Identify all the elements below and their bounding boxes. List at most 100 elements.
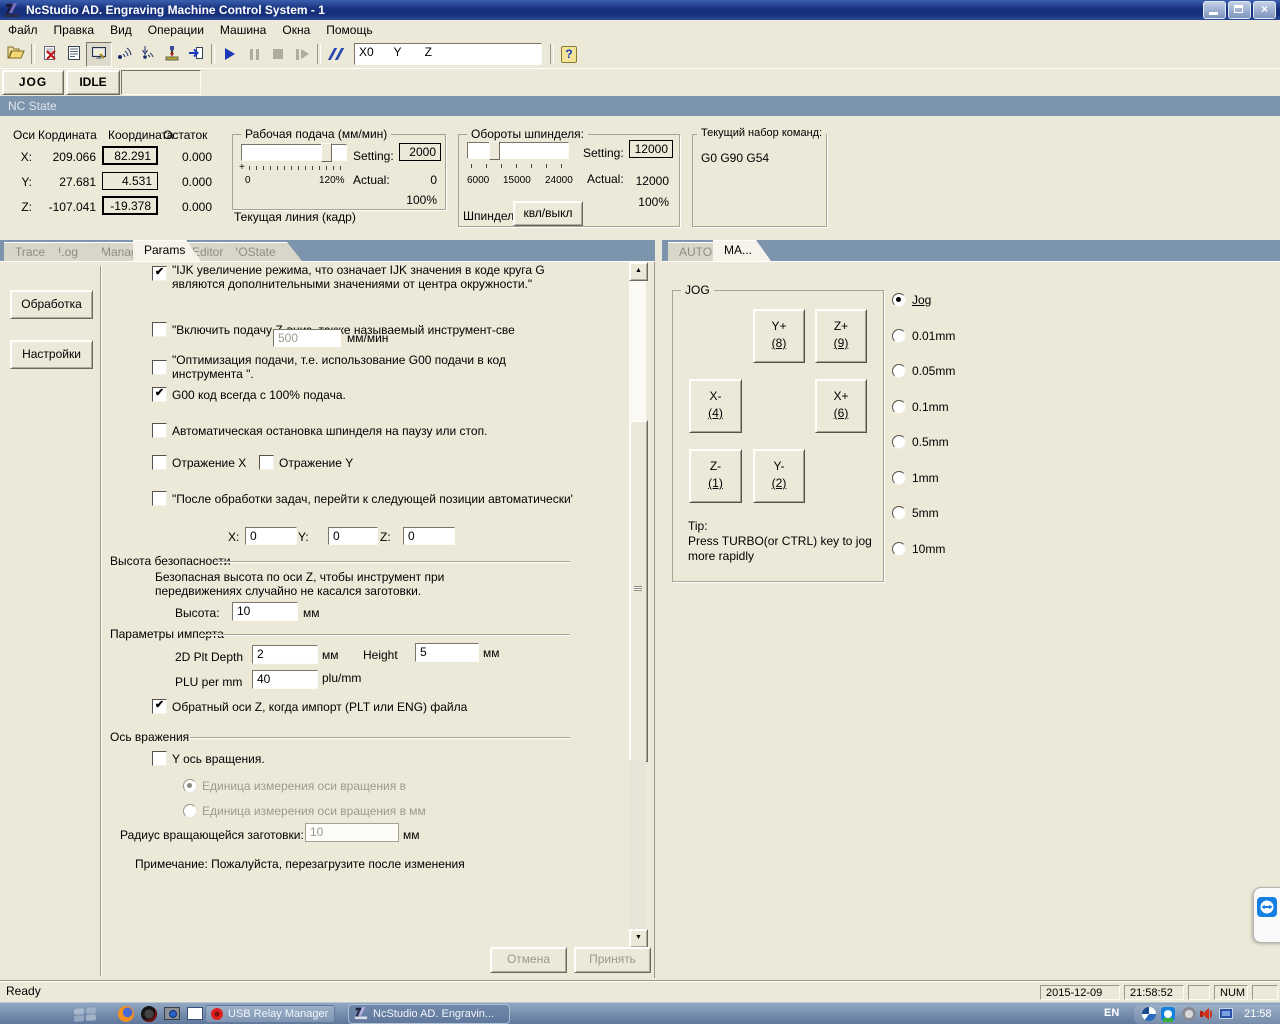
jog-y-minus-button[interactable]: Y- (2) (753, 449, 805, 503)
spindle-tool-button[interactable] (160, 43, 184, 66)
sync-button[interactable] (324, 43, 348, 66)
radio-step-5mm[interactable] (892, 506, 906, 520)
checkbox-ijk-mode[interactable]: ✔ (152, 266, 167, 281)
play-button[interactable] (218, 43, 242, 66)
radio-step-0-5mm[interactable] (892, 435, 906, 449)
scroll-track-lower[interactable] (629, 760, 646, 929)
spindle-toggle-button[interactable]: квл/выкл (513, 201, 583, 226)
trace-window-button[interactable] (86, 41, 112, 67)
plu-input[interactable]: 40 (252, 670, 318, 689)
menu-item-file[interactable]: Файл (0, 21, 46, 39)
coords-field[interactable]: X0 Y Z (354, 43, 542, 65)
step-button[interactable] (290, 43, 314, 66)
spindle-slider[interactable] (467, 142, 569, 159)
work-coord-box[interactable]: 82.291 (102, 146, 158, 165)
minimize-button[interactable] (1203, 1, 1226, 19)
radio-rotation-unit-deg[interactable] (183, 779, 197, 793)
jog-x-minus-button[interactable]: X- (4) (689, 379, 742, 433)
task-ncstudio-button[interactable]: NcStudio AD. Engravin... (348, 1004, 510, 1024)
close-button[interactable]: × (1253, 1, 1276, 19)
program-list-button[interactable] (62, 43, 86, 66)
radio-step-0-01mm[interactable] (892, 329, 906, 343)
jog-z-plus-button[interactable]: Z+ (9) (815, 309, 867, 363)
quick-launch-camera-icon[interactable] (164, 1007, 180, 1020)
tray-teamviewer-icon[interactable] (1161, 1007, 1175, 1022)
scroll-thumb[interactable] (629, 420, 648, 762)
windows-flag-icon[interactable] (72, 1006, 98, 1024)
work-coord-box[interactable]: -19.378 (102, 196, 158, 215)
task-usb-relay-button[interactable]: USB Relay Manager (205, 1005, 335, 1023)
ijk-mode-label2: являются дополнительными значениями от ц… (172, 277, 533, 291)
pause-button[interactable] (242, 43, 266, 66)
radio-step-1mm[interactable] (892, 471, 906, 485)
work-coord-box[interactable]: 4.531 (102, 172, 158, 190)
menu-item-edit[interactable]: Правка (46, 21, 103, 39)
next-z-input[interactable]: 0 (403, 527, 455, 545)
signal-in-button[interactable] (136, 43, 160, 66)
jog-z-minus-button[interactable]: Z- (1) (689, 449, 742, 503)
radio-rotation-unit-mm[interactable] (183, 804, 197, 818)
safe-height-input[interactable]: 10 (232, 602, 298, 621)
height-input[interactable]: 5 (415, 643, 479, 662)
jog-y-plus-button[interactable]: Y+ (8) (753, 309, 805, 363)
cancel-button[interactable]: Отмена (490, 947, 567, 973)
sidebar-button-settings[interactable]: Настройки (10, 340, 93, 369)
jog-tip-title: Tip: (688, 519, 708, 533)
menu-item-help[interactable]: Помощь (318, 21, 380, 39)
open-button[interactable] (4, 43, 28, 66)
restore-button[interactable] (1228, 1, 1251, 19)
checkbox-y-rotation[interactable] (152, 751, 167, 766)
tray-language[interactable]: EN (1104, 1007, 1119, 1019)
checkbox-feed-optimization[interactable] (152, 360, 167, 375)
checkbox-mirror-x[interactable] (152, 455, 167, 470)
tray-swirl-icon[interactable] (1142, 1007, 1156, 1021)
spindle-tick-label: 15000 (503, 175, 531, 186)
import-button[interactable] (184, 43, 208, 66)
quick-launch-firefox-icon[interactable] (118, 1006, 134, 1022)
signal-out-button[interactable] (112, 43, 136, 66)
sidebar-button-processing[interactable]: Обработка (10, 290, 93, 319)
tray-speaker-red-icon[interactable] (1199, 1007, 1213, 1021)
tray-clock[interactable]: 21:58 (1244, 1008, 1272, 1020)
checkbox-next-position[interactable] (152, 491, 167, 506)
idle-state-button[interactable]: IDLE (66, 70, 120, 95)
checkbox-mirror-y[interactable] (259, 455, 274, 470)
checkbox-reverse-z[interactable]: ✔ (152, 699, 167, 714)
jog-mode-button[interactable]: JOG (2, 70, 64, 95)
scroll-down-button[interactable]: ▼ (629, 929, 648, 948)
spindle-setting-value[interactable]: 12000 (629, 140, 673, 158)
tray-volume-icon[interactable] (1182, 1007, 1196, 1021)
checkbox-g00-full-feed[interactable]: ✔ (152, 387, 167, 402)
jog-x-plus-button[interactable]: X+ (6) (815, 379, 867, 433)
radio-step-jog[interactable] (892, 293, 906, 307)
feed-setting-value[interactable]: 2000 (399, 143, 441, 161)
delete-program-button[interactable] (38, 43, 62, 66)
spindle-slider-thumb[interactable] (489, 141, 500, 160)
radio-step-0-1mm[interactable] (892, 400, 906, 414)
quick-launch-media-icon[interactable] (141, 1006, 157, 1022)
next-x-input[interactable]: 0 (245, 527, 297, 545)
radio-step-0-05mm[interactable] (892, 364, 906, 378)
tab-ma[interactable]: MA... (713, 240, 771, 261)
quick-launch-desktop-icon[interactable] (187, 1007, 203, 1020)
next-y-input[interactable]: 0 (328, 527, 378, 545)
tray-monitor-icon[interactable] (1219, 1008, 1233, 1019)
menu-item-operations[interactable]: Операции (140, 21, 212, 39)
radio-step-10mm[interactable] (892, 542, 906, 556)
teamviewer-flyout[interactable] (1253, 887, 1280, 943)
plt-depth-input[interactable]: 2 (252, 645, 318, 664)
checkbox-spindle-autostop[interactable] (152, 423, 167, 438)
help-button[interactable]: ? (557, 43, 581, 66)
menu-item-windows[interactable]: Окна (274, 21, 318, 39)
stop-button[interactable] (266, 43, 290, 66)
feed-slider-thumb[interactable] (321, 143, 332, 162)
rotation-radius-input[interactable]: 10 (305, 823, 399, 842)
menu-item-view[interactable]: Вид (102, 21, 140, 39)
checkbox-z-down-feed[interactable] (152, 322, 167, 337)
scroll-up-button[interactable]: ▲ (629, 262, 648, 281)
apply-button[interactable]: Принять (574, 947, 651, 973)
z-down-feed-input[interactable]: 500 (273, 329, 341, 347)
menu-item-machine[interactable]: Машина (212, 21, 274, 39)
feed-optimization-label: "Оптимизация подачи, т.е. использование … (172, 353, 506, 367)
check-icon: ✔ (154, 699, 165, 711)
